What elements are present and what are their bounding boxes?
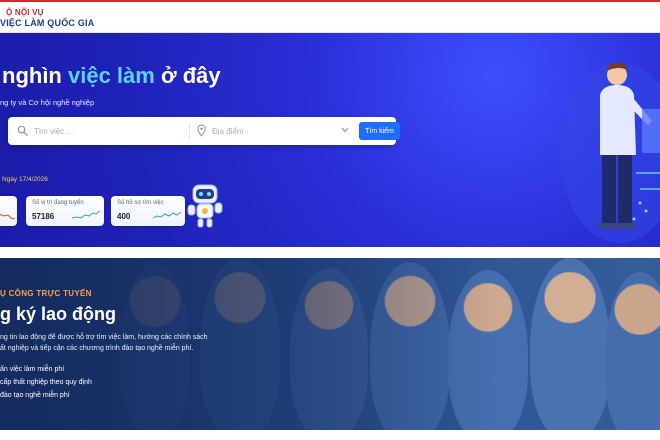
job-search-bar: Tìm kiếm bbox=[8, 117, 400, 145]
chevron-down-icon[interactable] bbox=[341, 127, 349, 133]
brand-ministry-text[interactable]: Ộ NỘI VỤ bbox=[6, 8, 44, 17]
section-title: g ký lao động bbox=[0, 304, 117, 324]
location-pin-icon bbox=[197, 124, 206, 137]
keyword-search-input[interactable] bbox=[34, 121, 184, 141]
hero-title: nghìn việc làm ở đây bbox=[2, 63, 221, 89]
brand-site-name[interactable]: VIỆC LÀM QUỐC GIA bbox=[0, 18, 94, 28]
search-divider bbox=[189, 123, 190, 139]
location-select[interactable] bbox=[212, 121, 332, 141]
robot-mascot-icon bbox=[187, 184, 223, 228]
section-tag: Ụ CÔNG TRỰC TUYẾN bbox=[0, 289, 92, 298]
stat-value: 57186 bbox=[32, 212, 55, 221]
stat-card-open-positions[interactable]: Số vị trí đang tuyển 57186 bbox=[26, 196, 104, 226]
sparkline-icon bbox=[72, 210, 100, 219]
search-button[interactable]: Tìm kiếm bbox=[359, 122, 400, 140]
benefit-list: ấn việc làm miễn phí cấp thất nghiệp the… bbox=[0, 363, 92, 402]
hero-banner: nghìn việc làm ở đây ng ty và Cơ hội ngh… bbox=[0, 33, 660, 247]
online-services-section: Ụ CÔNG TRỰC TUYẾN g ký lao động ng tin l… bbox=[0, 258, 660, 430]
stat-card-partial[interactable] bbox=[0, 196, 17, 226]
search-icon bbox=[17, 125, 28, 136]
sparkline-icon bbox=[0, 213, 15, 220]
hero-title-part1: nghìn bbox=[2, 63, 68, 88]
benefit-item: đào tạo nghề miễn phí bbox=[0, 392, 70, 399]
page-bottom-strip bbox=[0, 430, 660, 440]
stats-date: Ngày 17/4/2026 bbox=[2, 176, 48, 183]
benefit-item: cấp thất nghiệp theo quy định bbox=[0, 379, 92, 386]
benefit-item: ấn việc làm miễn phí bbox=[0, 366, 65, 373]
top-header: Ộ NỘI VỤ VIỆC LÀM QUỐC GIA bbox=[0, 0, 660, 33]
hero-title-highlight: việc làm bbox=[67, 63, 155, 88]
section-description: ng tin lao động để được hỗ trợ tìm việc … bbox=[0, 332, 208, 354]
description-line: ng tin lao động để được hỗ trợ tìm việc … bbox=[0, 334, 208, 341]
stat-value: 400 bbox=[117, 212, 131, 221]
hero-subtitle: ng ty và Cơ hội nghề nghiệp bbox=[0, 98, 95, 107]
stat-label: Số hồ sơ tìm việc bbox=[117, 200, 164, 206]
stat-card-job-seekers[interactable]: Số hồ sơ tìm việc 400 bbox=[111, 196, 185, 226]
hero-title-part2: ở đây bbox=[154, 63, 221, 88]
stat-label: Số vị trí đang tuyển bbox=[32, 200, 84, 206]
description-line: ất nghiệp và tiếp cận các chương trình đ… bbox=[0, 345, 194, 352]
sparkline-icon bbox=[153, 211, 181, 219]
worker-illustration bbox=[560, 62, 660, 243]
